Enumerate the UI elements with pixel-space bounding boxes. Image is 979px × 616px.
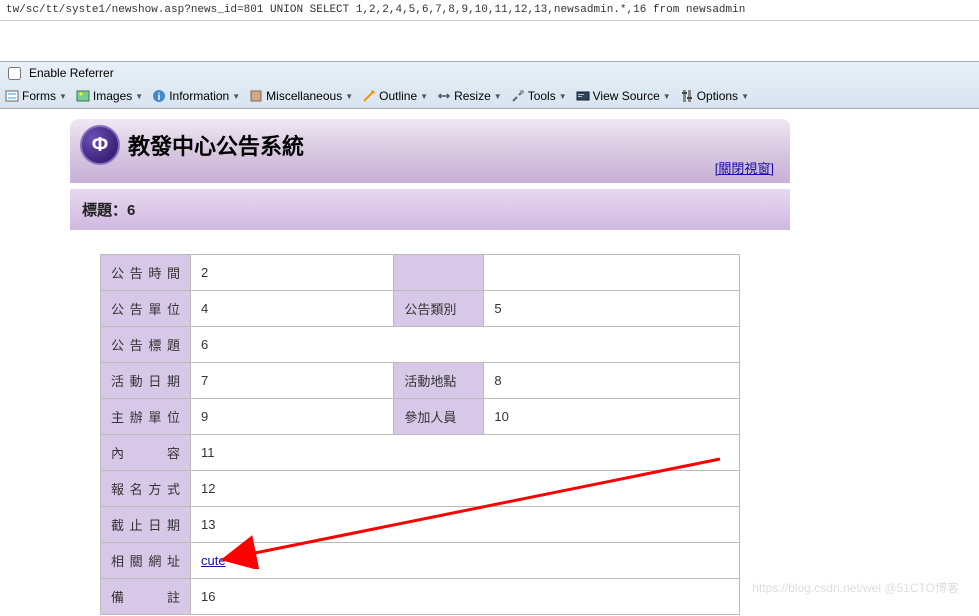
chevron-down-icon: ▼ — [345, 92, 353, 101]
devbar-outline[interactable]: Outline▼ — [359, 88, 431, 104]
devbar-miscellaneous[interactable]: Miscellaneous▼ — [246, 88, 356, 104]
devbar-resize[interactable]: Resize▼ — [434, 88, 505, 104]
misc-icon — [249, 89, 263, 103]
chevron-down-icon: ▼ — [59, 92, 67, 101]
label-participants: 參加人員 — [394, 399, 484, 435]
table-row: 公告標題 6 — [101, 327, 740, 363]
label-related-url: 相關網址 — [101, 543, 191, 579]
title-label: 標題： — [82, 202, 127, 219]
tools-icon — [511, 89, 525, 103]
title-value: 6 — [127, 202, 135, 219]
table-row: 報名方式 12 — [101, 471, 740, 507]
label-event-place: 活動地點 — [394, 363, 484, 399]
label-announce-unit: 公告單位 — [101, 291, 191, 327]
page-content: Φ 教發中心公告系統 [關閉視窗] 標題：6 公告時間 2 公告單位 4 公告類… — [70, 119, 790, 615]
devbar-misc-label: Miscellaneous — [266, 89, 342, 103]
chevron-down-icon: ▼ — [232, 92, 240, 101]
watermark: https://blog.csdn.net/wei @51CTO博客 — [752, 579, 959, 596]
label-content: 內 容 — [101, 435, 191, 471]
value-event-place: 8 — [484, 363, 740, 399]
enable-referrer-label: Enable Referrer — [29, 66, 114, 80]
chevron-down-icon: ▼ — [559, 92, 567, 101]
label-host-unit: 主辦單位 — [101, 399, 191, 435]
devbar-options-label: Options — [697, 89, 738, 103]
table-row: 備 註 16 — [101, 579, 740, 615]
label-remark: 備 註 — [101, 579, 191, 615]
outline-icon — [362, 89, 376, 103]
chevron-down-icon: ▼ — [135, 92, 143, 101]
value-remark: 16 — [191, 579, 740, 615]
devbar-tools[interactable]: Tools▼ — [508, 88, 570, 104]
devbar-options[interactable]: Options▼ — [677, 88, 752, 104]
value-announce-title: 6 — [191, 327, 740, 363]
devbar-resize-label: Resize — [454, 89, 491, 103]
value-content: 11 — [191, 435, 740, 471]
close-window-link[interactable]: [關閉視窗] — [715, 158, 774, 177]
label-announce-title: 公告標題 — [101, 327, 191, 363]
referrer-row: Enable Referrer — [0, 62, 979, 84]
table-row: 相關網址 cute — [101, 543, 740, 579]
devbar-images-label: Images — [93, 89, 132, 103]
value-signup: 12 — [191, 471, 740, 507]
dev-toolbar: Forms▼ Images▼ i Information▼ Miscellane… — [0, 84, 979, 108]
detail-table: 公告時間 2 公告單位 4 公告類別 5 公告標題 6 活動日期 7 活動地點 … — [100, 254, 740, 615]
related-url-link[interactable]: cute — [201, 553, 226, 568]
value-participants: 10 — [484, 399, 740, 435]
value-announce-time: 2 — [191, 255, 394, 291]
value-deadline: 13 — [191, 507, 740, 543]
chevron-down-icon: ▼ — [494, 92, 502, 101]
devbar-source-label: View Source — [593, 89, 660, 103]
url-bar[interactable]: tw/sc/tt/syste1/newshow.asp?news_id=801 … — [0, 0, 979, 21]
spacer — [0, 21, 979, 61]
table-row: 主辦單位 9 參加人員 10 — [101, 399, 740, 435]
devbar-forms-label: Forms — [22, 89, 56, 103]
devbar-information[interactable]: i Information▼ — [149, 88, 243, 104]
value-announce-unit: 4 — [191, 291, 394, 327]
devbar-images[interactable]: Images▼ — [73, 88, 146, 104]
form-icon — [5, 89, 19, 103]
options-icon — [680, 89, 694, 103]
logo-icon: Φ — [80, 125, 120, 165]
source-icon — [576, 89, 590, 103]
enable-referrer-checkbox[interactable] — [8, 67, 21, 80]
label-announce-time: 公告時間 — [101, 255, 191, 291]
value-event-date: 7 — [191, 363, 394, 399]
devbar-forms[interactable]: Forms▼ — [2, 88, 70, 104]
toolbar-area: Enable Referrer Forms▼ Images▼ i Informa… — [0, 61, 979, 109]
table-row: 公告單位 4 公告類別 5 — [101, 291, 740, 327]
label-empty — [394, 255, 484, 291]
chevron-down-icon: ▼ — [663, 92, 671, 101]
label-event-date: 活動日期 — [101, 363, 191, 399]
page-header: Φ 教發中心公告系統 [關閉視窗] — [70, 119, 790, 183]
value-related-url: cute — [191, 543, 740, 579]
chevron-down-icon: ▼ — [741, 92, 749, 101]
table-row: 內 容 11 — [101, 435, 740, 471]
devbar-tools-label: Tools — [528, 89, 556, 103]
title-row: 標題：6 — [70, 187, 790, 230]
devbar-viewsource[interactable]: View Source▼ — [573, 88, 674, 104]
label-announce-type: 公告類別 — [394, 291, 484, 327]
value-empty — [484, 255, 740, 291]
table-row: 截止日期 13 — [101, 507, 740, 543]
info-icon: i — [152, 89, 166, 103]
system-title: 教發中心公告系統 — [128, 129, 304, 161]
value-host-unit: 9 — [191, 399, 394, 435]
resize-icon — [437, 89, 451, 103]
chevron-down-icon: ▼ — [420, 92, 428, 101]
label-signup: 報名方式 — [101, 471, 191, 507]
devbar-outline-label: Outline — [379, 89, 417, 103]
devbar-info-label: Information — [169, 89, 229, 103]
label-deadline: 截止日期 — [101, 507, 191, 543]
table-row: 公告時間 2 — [101, 255, 740, 291]
table-row: 活動日期 7 活動地點 8 — [101, 363, 740, 399]
image-icon — [76, 89, 90, 103]
svg-text:i: i — [158, 92, 161, 103]
value-announce-type: 5 — [484, 291, 740, 327]
